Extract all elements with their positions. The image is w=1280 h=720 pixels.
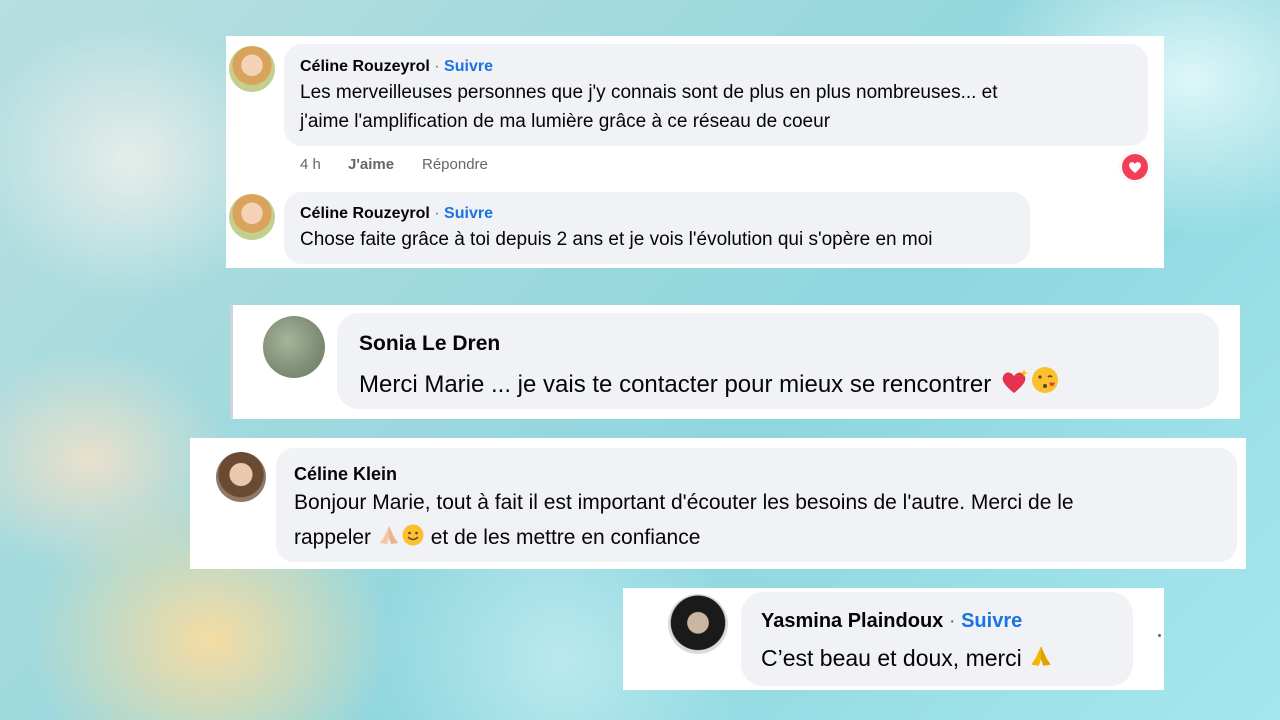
author-name[interactable]: Yasmina Plaindoux	[761, 610, 943, 632]
comment-text-row: C’est beau et doux, merci	[761, 643, 1054, 675]
comment-text-line: Bonjour Marie, tout à fait il est import…	[294, 491, 1074, 514]
smiling-face-emoji	[401, 523, 425, 553]
folded-hands-emoji	[1028, 643, 1054, 675]
comment-panel-2: Sonia Le Dren Merci Marie ... je vais te…	[230, 305, 1240, 419]
separator-dot: ·	[434, 58, 440, 75]
comment-text-line: j'aime l'amplification de ma lumière grâ…	[300, 111, 831, 132]
comment-text: Chose faite grâce à toi depuis 2 ans et …	[300, 229, 933, 250]
avatar[interactable]	[229, 194, 275, 240]
comment-author[interactable]: Céline Rouzeyrol · Suivre	[300, 205, 493, 223]
avatar[interactable]	[216, 452, 266, 502]
reply-button[interactable]: Répondre	[422, 156, 488, 173]
comment-time[interactable]: 4 h	[300, 156, 321, 173]
avatar[interactable]	[263, 316, 325, 378]
comment-text-row: Merci Marie ... je vais te contacter pou…	[359, 365, 1060, 402]
separator-dot: ·	[434, 205, 440, 222]
folded-hands-emoji	[377, 523, 401, 553]
avatar[interactable]	[229, 46, 275, 92]
comment-text: C’est beau et doux, merci	[761, 645, 1022, 671]
author-name[interactable]: Céline Rouzeyrol	[300, 58, 430, 75]
comment-author[interactable]: Yasmina Plaindoux · Suivre	[761, 610, 1022, 633]
comment-text-line: Les merveilleuses personnes que j'y conn…	[300, 82, 998, 103]
love-reaction-icon[interactable]	[1120, 152, 1150, 182]
sparkling-heart-emoji	[998, 367, 1030, 402]
follow-button[interactable]: Suivre	[444, 58, 493, 75]
comment-bubble	[284, 192, 1030, 264]
avatar[interactable]	[668, 594, 728, 654]
comment-text: et de les mettre en confiance	[430, 526, 701, 549]
more-options-icon[interactable]	[1158, 634, 1161, 637]
follow-button[interactable]: Suivre	[444, 205, 493, 222]
author-name[interactable]: Céline Rouzeyrol	[300, 205, 430, 222]
comment-panel-3: Céline Klein Bonjour Marie, tout à fait …	[190, 438, 1246, 569]
comment-panel-1: Céline Rouzeyrol · Suivre Les merveilleu…	[226, 36, 1164, 268]
comment-text: rappeler	[294, 526, 372, 549]
author-name[interactable]: Céline Klein	[294, 464, 397, 485]
kissing-face-emoji	[1030, 365, 1060, 402]
like-button[interactable]: J'aime	[348, 156, 394, 173]
follow-button[interactable]: Suivre	[961, 610, 1022, 632]
separator-dot: ·	[948, 610, 956, 632]
comment-author[interactable]: Céline Rouzeyrol · Suivre	[300, 58, 493, 76]
comment-text: Merci Marie ... je vais te contacter pou…	[359, 371, 992, 398]
author-name[interactable]: Sonia Le Dren	[359, 332, 500, 356]
comment-panel-4: Yasmina Plaindoux · Suivre C’est beau et…	[623, 588, 1164, 690]
comment-text-line-2: rappeler et de les mettre en confiance	[294, 523, 700, 553]
